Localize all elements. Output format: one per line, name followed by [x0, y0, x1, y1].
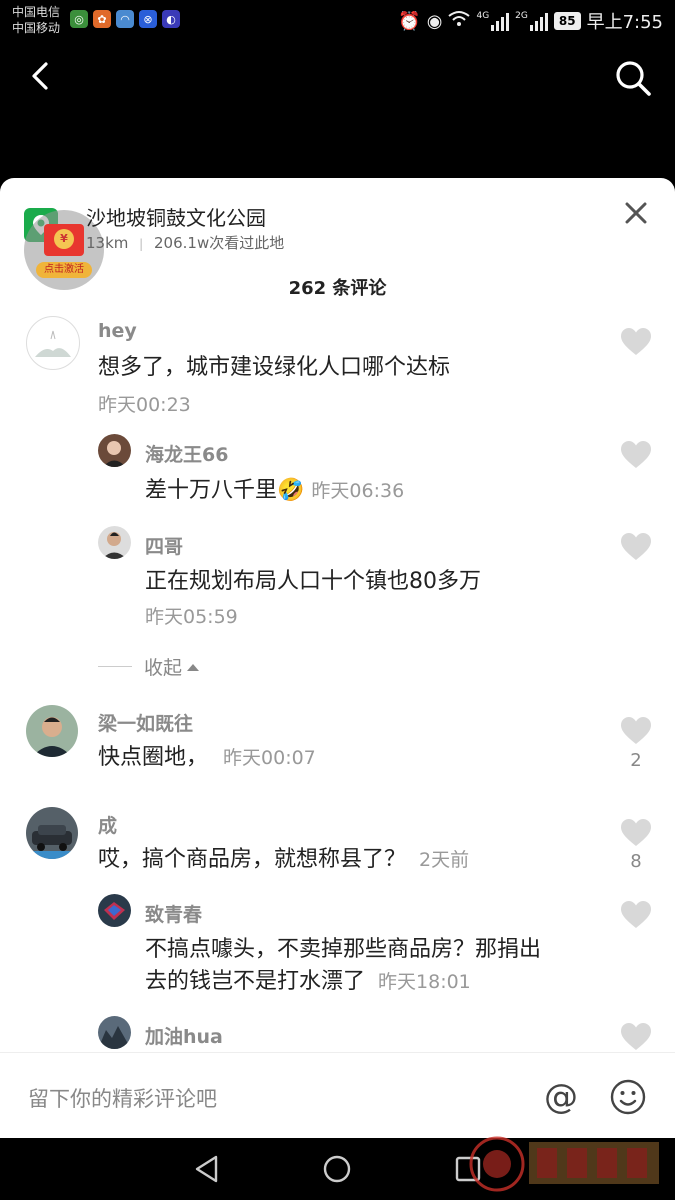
smiley-icon — [610, 1079, 646, 1115]
emoji-button[interactable] — [610, 1079, 646, 1115]
poi-name[interactable]: 沙地坡铜鼓文化公园 — [86, 202, 266, 231]
comment-input-bar: 留下你的精彩评论吧 @ — [0, 1052, 675, 1139]
comment-text-content: 哎，搞个商品房，就想称县了？ — [98, 847, 407, 872]
close-icon — [625, 202, 647, 224]
close-button[interactable] — [621, 198, 651, 228]
poi-separator: | — [139, 237, 144, 251]
heart-icon[interactable] — [620, 900, 652, 930]
like-count: 8 — [630, 851, 642, 872]
avatar[interactable] — [26, 316, 80, 370]
app-notification-icon: ◠ — [116, 10, 134, 28]
chevron-left-icon — [32, 62, 48, 90]
comment-input[interactable]: 留下你的精彩评论吧 — [28, 1083, 217, 1113]
app-notification-icon: ◐ — [162, 10, 180, 28]
comment-text: 正在规划布局人口十个镇也80多万 — [145, 569, 481, 594]
heart-icon[interactable] — [620, 327, 652, 357]
triangle-up-icon — [187, 663, 200, 671]
avatar[interactable] — [26, 807, 78, 859]
comment-username[interactable]: 梁一如既往 — [98, 709, 193, 736]
heart-icon[interactable] — [620, 818, 652, 848]
avatar[interactable] — [98, 1016, 131, 1049]
comment-text: 快点圈地， 昨天00:07 — [98, 742, 316, 774]
search-button[interactable] — [613, 58, 653, 98]
poi-distance: 13km — [86, 234, 129, 252]
heart-icon[interactable] — [620, 440, 652, 470]
avatar[interactable] — [98, 526, 131, 559]
comment-username[interactable]: 致青春 — [145, 900, 202, 927]
heart-icon[interactable] — [620, 716, 652, 746]
home-circle-icon[interactable] — [322, 1154, 352, 1184]
status-right: ⏰ ◉ 4G 2G 85 早上7:55 — [398, 8, 663, 34]
back-triangle-icon[interactable] — [192, 1154, 222, 1184]
comment-text: 差十万八千里🤣 昨天06:36 — [145, 475, 404, 507]
avatar[interactable] — [98, 434, 131, 467]
clock: 早上7:55 — [586, 12, 663, 33]
comment-username[interactable]: hey — [98, 320, 137, 342]
comment-username[interactable]: 加油hua — [145, 1022, 223, 1049]
comment-text-content: 差十万八千里🤣 — [145, 478, 305, 503]
comment-username[interactable]: 四哥 — [145, 532, 183, 559]
comment-text: 不搞点噱头，不卖掉那些商品房？那捐出 去的钱岂不是打水漂了 昨天18:01 — [145, 934, 541, 998]
comment-username[interactable]: 成 — [98, 811, 117, 838]
signal-icon-1: 4G — [476, 11, 510, 31]
poi-meta: 13km | 206.1w次看过此地 — [86, 232, 284, 253]
poi-visits: 206.1w次看过此地 — [154, 234, 285, 252]
comments-sheet: ¥ 点击激活 沙地坡铜鼓文化公园 13km | 206.1w次看过此地 262 … — [0, 178, 675, 1138]
collapse-replies-button[interactable]: 收起 — [98, 653, 200, 680]
comment-username[interactable]: 海龙王66 — [145, 440, 228, 467]
back-button[interactable] — [22, 58, 58, 94]
comment-time: 昨天18:01 — [378, 971, 471, 993]
avatar[interactable] — [98, 894, 131, 927]
status-bar: 中国电信 中国移动 ◎ ✿ ◠ ⊗ ◐ ⏰ ◉ 4G 2G 85 早上7:55 — [0, 0, 675, 40]
divider — [98, 666, 132, 667]
heart-icon[interactable] — [620, 532, 652, 562]
comment-time: 2天前 — [419, 849, 470, 871]
app-notification-icon: ⊗ — [139, 10, 157, 28]
notification-icons: ◎ ✿ ◠ ⊗ ◐ — [70, 10, 180, 28]
comment-count-title: 262 条评论 — [288, 278, 387, 299]
signal-icon-2: 2G — [515, 11, 548, 31]
mention-button[interactable]: @ — [544, 1077, 578, 1117]
battery-indicator: 85 — [553, 12, 581, 30]
comment-time: 昨天00:07 — [223, 747, 316, 769]
comment-time: 昨天06:36 — [311, 480, 405, 502]
carrier-info: 中国电信 中国移动 — [12, 4, 60, 36]
comment-text: 哎，搞个商品房，就想称县了？ 2天前 — [98, 844, 469, 876]
comment-text-content: 快点圈地， — [98, 745, 209, 770]
eye-icon: ◉ — [426, 10, 443, 32]
collapse-label: 收起 — [144, 657, 183, 679]
app-notification-icon: ✿ — [93, 10, 111, 28]
watermark-logo — [469, 1136, 659, 1192]
coin-icon: ¥ — [54, 229, 74, 249]
carrier-1: 中国电信 — [12, 5, 61, 19]
carrier-2: 中国移动 — [12, 21, 61, 35]
app-notification-icon: ◎ — [70, 10, 88, 28]
comment-text-line-2-wrap: 去的钱岂不是打水漂了 昨天18:01 — [145, 966, 541, 998]
comment-time: 昨天05:59 — [145, 606, 238, 628]
alarm-icon: ⏰ — [398, 10, 421, 32]
top-nav — [0, 40, 675, 115]
like-count: 2 — [630, 750, 642, 771]
comment-text-line-1: 不搞点噱头，不卖掉那些商品房？那捐出 — [145, 937, 542, 962]
wifi-icon — [448, 10, 471, 33]
comment-time: 昨天00:23 — [98, 394, 191, 416]
heart-icon[interactable] — [620, 1022, 652, 1052]
avatar[interactable] — [26, 705, 78, 757]
search-icon — [616, 61, 651, 96]
comment-text: 想多了，城市建设绿化人口哪个达标 — [98, 355, 451, 380]
comment-text-line-2: 去的钱岂不是打水漂了 — [145, 969, 366, 994]
